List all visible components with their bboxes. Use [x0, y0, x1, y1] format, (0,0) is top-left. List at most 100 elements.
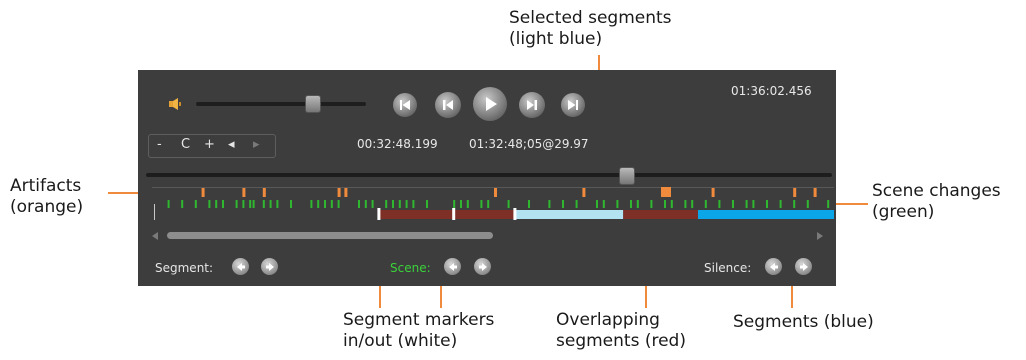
position-slider-thumb[interactable] — [619, 167, 636, 185]
silence-next-button[interactable] — [795, 258, 812, 275]
artifact-tick — [344, 188, 348, 197]
callout-artifacts: Artifacts (orange) — [10, 176, 83, 218]
total-time: 01:36:02.456 — [731, 84, 812, 98]
scene-change-tick — [691, 200, 694, 208]
player-panel: 01:36:02.456 00:32:48.199 01:32:48;05@29… — [138, 70, 836, 286]
scene-change-tick — [222, 200, 224, 208]
scene-change-tick — [194, 200, 197, 208]
scene-change-tick — [718, 200, 721, 208]
scene-change-tick — [215, 200, 218, 208]
scene-change-tick — [358, 200, 360, 208]
volume-slider-track[interactable] — [196, 102, 366, 106]
timeline[interactable] — [154, 186, 834, 222]
zoom-out-button[interactable]: - — [157, 137, 162, 152]
scene-change-tick — [426, 200, 428, 208]
callout-segments-blue: Segments (blue) — [733, 312, 874, 333]
arrow-left-icon — [448, 262, 457, 271]
segment-prev-button[interactable] — [232, 258, 249, 275]
scene-change-tick — [181, 200, 184, 208]
zoom-center-button[interactable]: C — [181, 137, 190, 152]
scene-change-tick — [290, 200, 292, 208]
segment-bar-segment — [698, 210, 834, 219]
step-forward-button[interactable] — [519, 92, 545, 118]
scene-prev-button[interactable] — [444, 258, 461, 275]
arrow-right-icon — [265, 262, 274, 271]
timecode: 01:32:48;05@29.97 — [469, 137, 589, 151]
scene-change-tick — [806, 200, 809, 208]
volume-slider-thumb[interactable] — [304, 95, 321, 113]
timeline-start-bracket — [154, 204, 155, 220]
scene-change-tick — [364, 200, 367, 208]
scene-change-tick — [827, 200, 830, 208]
segment-bar-overlap — [453, 210, 515, 219]
scene-change-tick — [412, 200, 415, 208]
artifact-tick — [201, 188, 205, 197]
skip-to-start-icon — [400, 100, 410, 110]
skip-to-end-icon — [568, 100, 578, 110]
scene-change-tick — [596, 200, 598, 208]
callout-artifacts-line1: Artifacts — [10, 176, 82, 196]
silence-prev-button[interactable] — [765, 258, 782, 275]
callout-scene-line1: Scene changes — [872, 181, 1001, 201]
scene-change-tick — [752, 200, 755, 208]
scene-change-tick — [324, 200, 326, 208]
callout-overlapping-line2: segments (red) — [556, 331, 686, 351]
scene-change-tick — [664, 200, 666, 208]
callout-selected-line1: Selected segments — [509, 8, 672, 28]
scene-change-tick — [252, 200, 255, 208]
scroll-right-arrow[interactable] — [817, 232, 823, 240]
step-back-button[interactable] — [435, 92, 461, 118]
arrow-right-icon — [478, 262, 487, 271]
scene-change-tick — [310, 200, 313, 208]
callout-overlapping: Overlapping segments (red) — [556, 310, 686, 352]
zoom-in-button[interactable]: + — [204, 137, 215, 152]
scene-change-tick — [548, 200, 551, 208]
callout-overlapping-line1: Overlapping — [556, 310, 660, 330]
segment-bar-overlap — [378, 210, 454, 219]
scroll-left-button[interactable]: ◂ — [228, 137, 235, 152]
scene-nav-label: Scene: — [390, 261, 431, 275]
play-icon — [486, 97, 497, 111]
scene-change-tick — [602, 200, 605, 208]
scene-change-tick — [779, 200, 782, 208]
callout-markers-line2: in/out (white) — [343, 331, 458, 351]
segment-marker — [452, 208, 456, 220]
scene-next-button[interactable] — [474, 258, 491, 275]
scroll-left-arrow[interactable] — [152, 232, 158, 240]
volume-icon[interactable] — [168, 96, 182, 110]
step-forward-icon — [527, 100, 537, 110]
callout-selected-line2: (light blue) — [509, 29, 603, 49]
segment-next-button[interactable] — [261, 258, 278, 275]
step-back-icon — [443, 100, 453, 110]
artifact-tick — [582, 188, 586, 197]
scene-change-tick — [460, 200, 462, 208]
scroll-right-button[interactable]: ▸ — [253, 137, 260, 152]
scene-change-tick — [670, 200, 673, 208]
scene-change-tick — [392, 200, 394, 208]
scene-change-tick — [562, 200, 564, 208]
horizontal-scrollbar-thumb[interactable] — [167, 232, 493, 239]
segment-nav-label: Segment: — [155, 261, 214, 275]
segment-bar-overlap — [623, 210, 698, 219]
callout-segment-markers: Segment markers in/out (white) — [343, 310, 494, 352]
scene-change-tick — [242, 200, 245, 208]
artifact-tick — [337, 188, 341, 197]
skip-to-start-button[interactable] — [393, 93, 417, 117]
scene-change-tick — [262, 200, 265, 208]
segment-bar-selected — [514, 210, 624, 219]
zoom-control-group: - C + ◂ ▸ — [148, 134, 276, 158]
current-time: 00:32:48.199 — [357, 137, 438, 151]
scene-change-tick — [167, 200, 170, 208]
callout-selected-segments: Selected segments (light blue) — [509, 8, 672, 50]
artifact-tick — [494, 188, 497, 197]
arrow-right-icon — [799, 262, 808, 271]
scene-change-tick — [793, 200, 796, 208]
scene-change-tick — [385, 200, 388, 208]
scene-change-tick — [453, 200, 456, 208]
scene-change-tick — [630, 200, 632, 208]
scene-change-tick — [616, 200, 619, 208]
scene-change-tick — [249, 200, 252, 208]
play-button[interactable] — [473, 87, 507, 121]
position-slider-track[interactable] — [146, 173, 832, 177]
skip-to-end-button[interactable] — [561, 93, 585, 117]
